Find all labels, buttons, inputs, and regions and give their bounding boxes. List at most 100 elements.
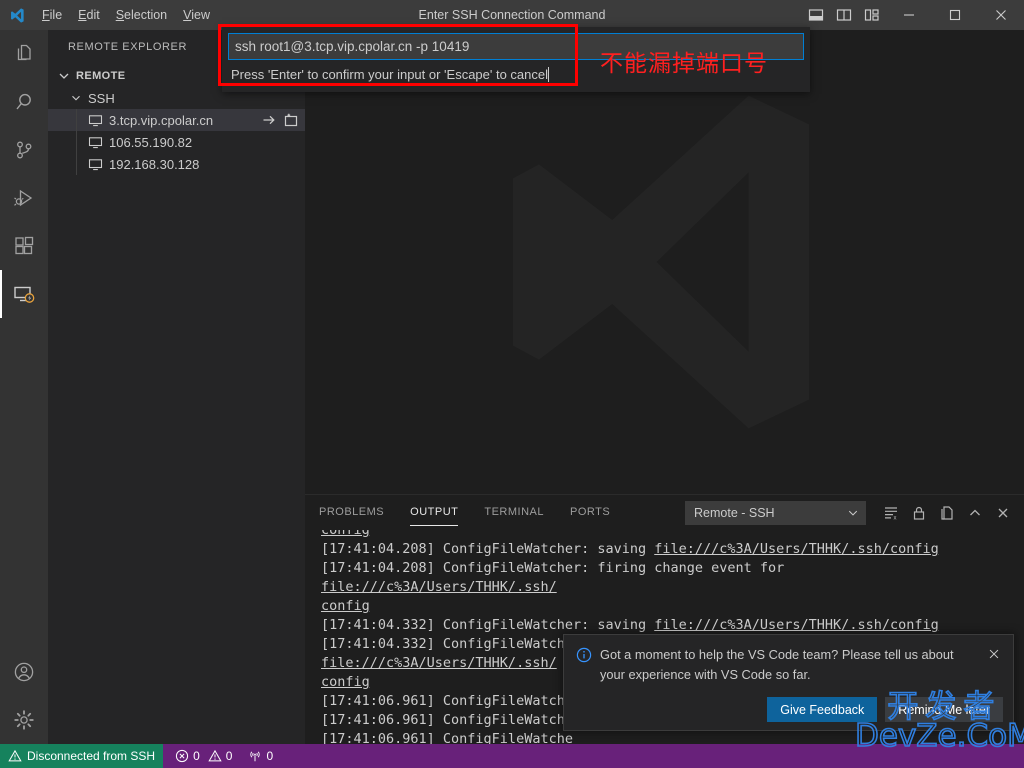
chevron-down-icon	[68, 91, 84, 105]
info-icon	[576, 645, 596, 685]
gear-icon	[14, 710, 34, 730]
ssh-host-actions	[261, 112, 299, 128]
output-text: [17:41:06.961] ConfigFileWatche	[321, 731, 573, 745]
sidebar-item-explorer[interactable]	[0, 30, 48, 78]
annotation-note: 不能漏掉端口号	[600, 51, 768, 77]
connect-in-new-window-icon[interactable]	[283, 112, 299, 128]
menu-view[interactable]: View	[175, 4, 218, 26]
remote-host-icon	[88, 135, 103, 150]
status-bar: Disconnected from SSH 0 0 0	[0, 744, 1024, 768]
output-file-link[interactable]: file:///c%3A/Users/THHK/.ssh/config	[654, 541, 938, 557]
remind-me-later-button[interactable]: Remind Me later	[885, 697, 1003, 722]
tab-problems[interactable]: PROBLEMS	[319, 495, 384, 530]
close-panel-icon[interactable]	[990, 500, 1016, 526]
output-line: [17:41:04.332] ConfigFileWatcher: saving…	[321, 616, 1024, 635]
tree-indent-guide	[76, 109, 77, 131]
output-line: [17:41:04.208] ConfigFileWatcher: firing…	[321, 559, 1024, 597]
sidebar-item-extensions[interactable]	[0, 222, 48, 270]
text-caret	[548, 67, 550, 82]
notification-close-icon[interactable]	[987, 645, 1003, 685]
activity-bar	[0, 30, 48, 744]
ssh-host-list: 3.tcp.vip.cpolar.cn 106.55.190.82 192.168.…	[48, 109, 305, 175]
sidebar-item-search[interactable]	[0, 78, 48, 126]
accounts-button[interactable]	[0, 648, 48, 696]
title-bar: File Edit Selection View Enter SSH Conne…	[0, 0, 1024, 30]
output-file-link[interactable]: file:///c%3A/Users/THHK/.ssh/config	[654, 617, 938, 633]
chevron-down-icon	[848, 510, 858, 516]
output-file-link[interactable]: file:///c%3A/Users/THHK/.ssh/	[321, 655, 557, 671]
manage-settings-button[interactable]	[0, 696, 48, 744]
status-ports[interactable]: 0	[238, 744, 279, 768]
maximize-panel-icon[interactable]	[962, 500, 988, 526]
output-line: config	[321, 597, 1024, 616]
remote-host-icon	[88, 157, 103, 172]
warning-icon	[208, 749, 222, 762]
tab-ports[interactable]: PORTS	[570, 495, 610, 530]
output-channel-value: Remote - SSH	[694, 505, 775, 520]
output-text: [17:41:04.332] ConfigFileWatcher: saving	[321, 617, 655, 633]
output-file-link[interactable]: config	[321, 598, 370, 614]
vscode-window: PROBLEMS OUTPUT TERMINAL PORTS Remote - …	[0, 0, 1024, 768]
ssh-command-value: ssh root1@3.tcp.vip.cpolar.cn -p 10419	[235, 39, 470, 54]
toggle-panel-icon[interactable]	[802, 0, 830, 30]
vscode-logo-icon	[0, 0, 34, 30]
open-in-editor-icon[interactable]	[934, 500, 960, 526]
tab-terminal[interactable]: TERMINAL	[484, 495, 544, 530]
menu-file[interactable]: File	[34, 4, 70, 26]
lock-scroll-icon[interactable]	[906, 500, 932, 526]
output-text: [17:41:04.208] ConfigFileWatcher: saving	[321, 541, 655, 557]
output-channel-select[interactable]: Remote - SSH	[685, 500, 866, 525]
status-error-count: 0	[193, 749, 200, 763]
status-problems[interactable]: 0 0	[163, 744, 238, 768]
output-line: [17:41:04.208] ConfigFileWatcher: saving…	[321, 540, 1024, 559]
sidebar-item-remote-explorer[interactable]	[0, 270, 48, 318]
tree-indent-guide	[76, 131, 77, 153]
status-remote-label: Disconnected from SSH	[27, 749, 156, 763]
tree-indent-guide	[76, 153, 77, 175]
notification-message: Got a moment to help the VS Code team? P…	[600, 647, 954, 682]
warning-icon	[8, 749, 22, 762]
menu-selection[interactable]: Selection	[108, 4, 175, 26]
give-feedback-button[interactable]: Give Feedback	[767, 697, 878, 722]
menu-bar: File Edit Selection View	[34, 0, 218, 30]
ssh-host-row[interactable]: 106.55.190.82	[48, 131, 305, 153]
status-remote-indicator[interactable]: Disconnected from SSH	[0, 744, 164, 768]
toggle-secondary-sidebar-icon[interactable]	[830, 0, 858, 30]
account-icon	[14, 662, 34, 682]
customize-layout-icon[interactable]	[858, 0, 886, 30]
editor-area	[305, 30, 1024, 494]
sidebar-item-source-control[interactable]	[0, 126, 48, 174]
output-line: config	[321, 530, 1024, 540]
sidebar-section-label: REMOTE	[76, 70, 126, 82]
quick-input-hint-text: Press 'Enter' to confirm your input or '…	[231, 67, 549, 82]
error-icon	[175, 749, 189, 763]
vscode-logo-watermark	[512, 95, 809, 429]
notification-toast: Got a moment to help the VS Code team? P…	[563, 634, 1014, 731]
ssh-host-label: 106.55.190.82	[109, 134, 193, 150]
output-file-link[interactable]: file:///c%3A/Users/THHK/.ssh/	[321, 579, 557, 595]
output-file-link[interactable]: config	[321, 530, 370, 538]
tab-output[interactable]: OUTPUT	[410, 495, 459, 530]
ssh-host-label: 192.168.30.128	[109, 156, 200, 172]
connect-in-current-window-icon[interactable]	[261, 112, 277, 128]
close-button[interactable]	[978, 0, 1024, 30]
minimize-button[interactable]	[886, 0, 932, 30]
ssh-host-row[interactable]: 192.168.30.128	[48, 153, 305, 175]
clear-output-icon[interactable]: x	[878, 500, 904, 526]
panel-header: PROBLEMS OUTPUT TERMINAL PORTS Remote - …	[305, 495, 1024, 530]
status-warning-count: 0	[225, 749, 233, 763]
output-line: [17:41:06.961] ConfigFileWatche	[321, 730, 1024, 745]
search-icon	[16, 93, 31, 110]
panel-actions: Remote - SSH x	[685, 495, 1016, 530]
sidebar-item-run-debug[interactable]	[0, 174, 48, 222]
sidebar: REMOTE EXPLORER REMOTE SSH 3.tcp.vip.cpo…	[48, 30, 305, 744]
output-text: [17:41:06.961] ConfigFileWatche	[321, 693, 573, 709]
output-file-link[interactable]: config	[321, 674, 370, 690]
output-text: [17:41:06.961] ConfigFileWatche	[321, 712, 573, 728]
maximize-button[interactable]	[932, 0, 978, 30]
files-icon	[17, 44, 31, 61]
menu-edit[interactable]: Edit	[70, 4, 108, 26]
ssh-host-row[interactable]: 3.tcp.vip.cpolar.cn	[48, 109, 305, 131]
remote-explorer-icon	[14, 286, 35, 303]
extensions-icon	[15, 236, 34, 255]
